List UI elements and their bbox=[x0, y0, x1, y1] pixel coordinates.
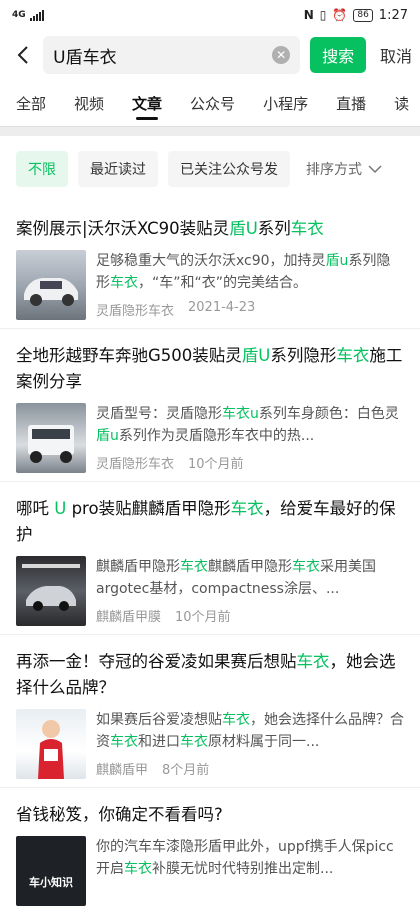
article-thumbnail bbox=[16, 709, 86, 779]
cancel-button[interactable]: 取消 bbox=[376, 43, 412, 67]
search-input[interactable] bbox=[53, 45, 273, 65]
article-title: 哪吒 U pro装贴麒麟盾甲隐形车衣，给爱车最好的保护 bbox=[16, 499, 396, 544]
back-button[interactable] bbox=[12, 44, 33, 66]
filter-unlimited[interactable]: 不限 bbox=[16, 151, 68, 187]
list-item[interactable]: 案例展示|沃尔沃XC90装贴灵盾U系列车衣 足够稳重大气的沃尔沃xc90，加持灵… bbox=[0, 202, 420, 329]
article-snippet: 如果赛后谷爱凌想贴车衣，她会选择什么品牌？合资车衣和进口车衣原材料属于同一... bbox=[96, 712, 404, 750]
nfc-icon: N bbox=[303, 8, 314, 22]
article-thumbnail bbox=[16, 403, 86, 473]
article-snippet: 你的汽车车漆隐形盾甲此外，uppf携手人保picc开启车衣补膜无忧时代特别推出定… bbox=[96, 839, 394, 877]
article-title: 案例展示|沃尔沃XC90装贴灵盾U系列车衣 bbox=[16, 219, 324, 238]
chevron-down-icon bbox=[368, 165, 382, 174]
filter-bar: 不限 最近读过 已关注公众号发 排序方式 bbox=[0, 136, 420, 202]
article-source[interactable]: 灵盾隐形车衣 bbox=[96, 300, 174, 319]
filter-recently-read[interactable]: 最近读过 bbox=[78, 151, 158, 187]
article-title: 省钱秘笈，你确定不看看吗? bbox=[16, 805, 223, 824]
article-snippet: 灵盾型号：灵盾隐形车衣u系列车身颜色：白色灵盾u系列作为灵盾隐形车衣中的热... bbox=[96, 406, 399, 444]
search-button[interactable]: 搜索 bbox=[310, 37, 366, 73]
article-thumbnail bbox=[16, 556, 86, 626]
tab-all[interactable]: 全部 bbox=[16, 80, 46, 126]
vibrate-icon: ▯ bbox=[319, 8, 327, 22]
article-snippet: 麒麟盾甲隐形车衣麒麟盾甲隐形车衣采用美国argotec基材，compactnes… bbox=[96, 559, 376, 597]
article-time: 8个月前 bbox=[162, 763, 210, 778]
article-source[interactable]: 麒麟盾甲膜 bbox=[96, 606, 161, 625]
article-thumbnail: 车小知识 bbox=[16, 836, 86, 906]
article-time: 2021-4-23 bbox=[188, 300, 256, 315]
tab-read[interactable]: 读 bbox=[394, 80, 409, 126]
article-thumbnail bbox=[16, 250, 86, 320]
tab-official-accounts[interactable]: 公众号 bbox=[190, 80, 235, 126]
article-snippet: 足够稳重大气的沃尔沃xc90，加持灵盾u系列隐形车衣，“车”和“衣”的完美结合。 bbox=[96, 253, 391, 291]
article-title: 全地形越野车奔驰G500装贴灵盾U系列隐形车衣施工案例分享 bbox=[16, 346, 403, 391]
thumbnail-caption: 车小知识 bbox=[29, 876, 73, 889]
section-separator bbox=[0, 126, 420, 136]
clear-icon[interactable]: ✕ bbox=[272, 46, 291, 64]
signal-icon bbox=[29, 9, 44, 21]
tab-video[interactable]: 视频 bbox=[74, 80, 104, 126]
network-label: 4G bbox=[12, 10, 26, 20]
search-box: ✕ bbox=[43, 36, 301, 74]
article-title: 再添一金！夺冠的谷爱凌如果赛后想贴车衣，她会选择什么品牌？ bbox=[16, 652, 396, 697]
filter-followed-accounts[interactable]: 已关注公众号发 bbox=[168, 151, 290, 187]
article-time: 10个月前 bbox=[188, 457, 244, 472]
list-item[interactable]: 再添一金！夺冠的谷爱凌如果赛后想贴车衣，她会选择什么品牌？ 如果赛后谷爱凌想贴车… bbox=[0, 635, 420, 788]
sort-dropdown[interactable]: 排序方式 bbox=[300, 159, 382, 179]
list-item[interactable]: 哪吒 U pro装贴麒麟盾甲隐形车衣，给爱车最好的保护 麒麟盾甲隐形车衣麒麟盾甲… bbox=[0, 482, 420, 635]
chevron-left-icon bbox=[17, 46, 28, 64]
tab-live[interactable]: 直播 bbox=[336, 80, 366, 126]
article-source[interactable]: 麒麟盾甲 bbox=[96, 759, 148, 778]
battery-icon: 86 bbox=[353, 8, 373, 22]
list-item[interactable]: 全地形越野车奔驰G500装贴灵盾U系列隐形车衣施工案例分享 灵盾型号：灵盾隐形车… bbox=[0, 329, 420, 482]
status-time: 1:27 bbox=[378, 7, 408, 23]
alarm-icon: ⏰ bbox=[332, 8, 348, 22]
status-left: 4G bbox=[12, 9, 44, 21]
search-bar: ✕ 搜索 取消 bbox=[0, 30, 420, 80]
tab-mini-programs[interactable]: 小程序 bbox=[263, 80, 308, 126]
category-tabs: 全部 视频 文章 公众号 小程序 直播 读 bbox=[0, 80, 420, 126]
article-time: 10个月前 bbox=[175, 610, 231, 625]
sort-label: 排序方式 bbox=[306, 162, 362, 178]
article-list: 案例展示|沃尔沃XC90装贴灵盾U系列车衣 足够稳重大气的沃尔沃xc90，加持灵… bbox=[0, 202, 420, 914]
article-source[interactable]: 灵盾隐形车衣 bbox=[96, 453, 174, 472]
tab-articles[interactable]: 文章 bbox=[132, 80, 162, 126]
status-right: N ▯ ⏰ 86 1:27 bbox=[304, 8, 408, 23]
status-bar: 4G N ▯ ⏰ 86 1:27 bbox=[0, 0, 420, 30]
list-item[interactable]: 省钱秘笈，你确定不看看吗? 车小知识 你的汽车车漆隐形盾甲此外，uppf携手人保… bbox=[0, 788, 420, 914]
